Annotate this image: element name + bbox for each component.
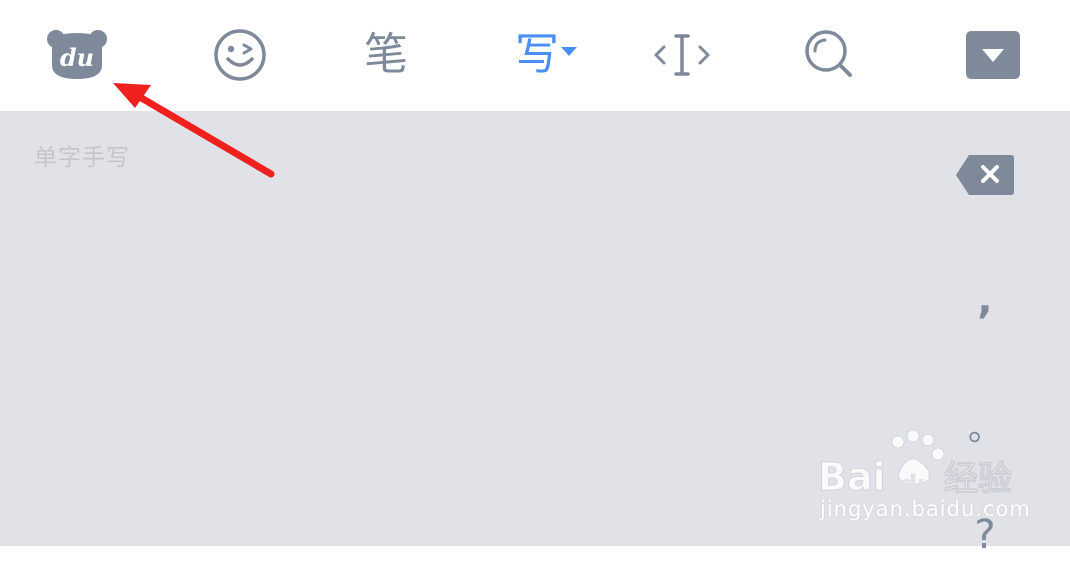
handwrite-button[interactable]: 写 (506, 22, 586, 88)
handwrite-mode-hint: 单字手写 (34, 145, 130, 171)
emoji-button[interactable] (205, 22, 275, 88)
caret-down-icon (561, 47, 577, 56)
pen-label: 笔 (364, 29, 408, 80)
watermark-brand2: du (900, 470, 934, 498)
backspace-icon (956, 155, 1014, 195)
watermark-suffix: 经验 (944, 459, 1012, 499)
keyboard-toolbar: du 笔 写 (0, 0, 1070, 111)
baidu-du-logo-icon: du (47, 30, 107, 79)
cursor-move-button[interactable] (647, 22, 717, 88)
comma-key[interactable]: , (950, 270, 1020, 330)
cursor-move-icon (654, 34, 710, 76)
search-button[interactable] (794, 22, 864, 88)
backspace-key[interactable] (950, 150, 1020, 200)
write-label: 写 (515, 29, 559, 80)
watermark-brand: Bai (818, 455, 886, 499)
wink-face-icon (214, 29, 266, 81)
collapse-keyboard-button[interactable] (958, 22, 1028, 88)
collapse-keyboard-icon (966, 31, 1020, 79)
logo-text: du (60, 43, 94, 72)
watermark-url: jingyan.baidu.com (820, 497, 1031, 521)
stroke-input-button[interactable]: 笔 (351, 22, 421, 88)
baidu-logo-button[interactable]: du (42, 22, 112, 88)
search-icon (805, 30, 852, 77)
comma-label: , (977, 277, 993, 323)
